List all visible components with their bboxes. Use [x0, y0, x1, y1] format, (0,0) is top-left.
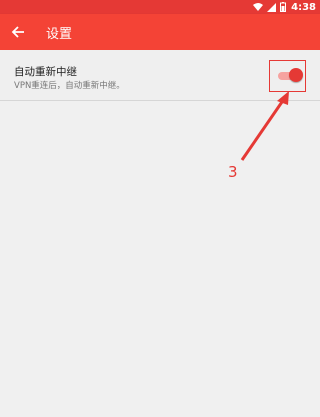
annotation-arrow	[240, 91, 289, 161]
annotation-number: 3	[228, 163, 238, 181]
